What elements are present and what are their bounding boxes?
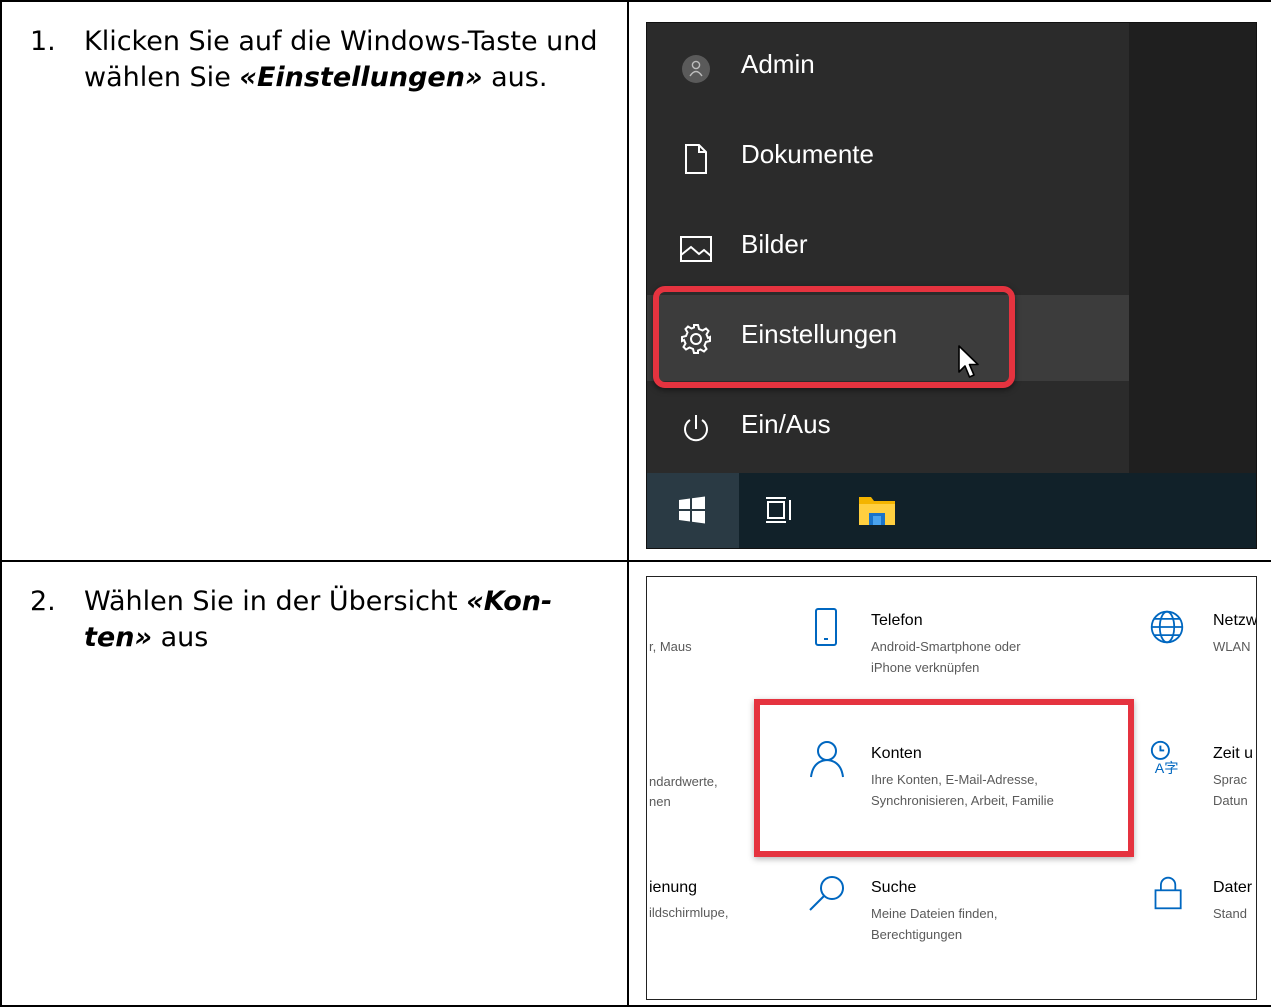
step-1-instruction: 1. Klicken Sie auf die Windows-Taste und… [30, 24, 620, 96]
partial-left-desc: ndardwerte, [649, 774, 718, 789]
step-text-part: aus [152, 622, 209, 653]
lock-icon [1154, 876, 1182, 910]
step-text: Klicken Sie auf die Windows-Taste und wä… [84, 24, 620, 96]
menu-item-label: Bilder [741, 229, 808, 259]
partial-right-title: Netzw [1213, 612, 1256, 629]
windows-logo-icon [679, 496, 705, 524]
partial-right-desc: WLAN [1213, 639, 1251, 654]
table-border-middle [627, 0, 629, 1007]
menu-item-admin[interactable]: Admin [647, 29, 1129, 109]
step-text-part: Wählen Sie in der Übersicht [84, 586, 467, 617]
partial-right-desc: Sprac [1213, 772, 1247, 787]
menu-item-label: Admin [741, 49, 815, 79]
time-language-icon: A字 [1150, 740, 1179, 777]
document-icon [685, 144, 707, 174]
tile-description: iPhone verknüpfen [871, 660, 980, 675]
tile-description: Berechtigungen [871, 927, 963, 942]
task-view-icon[interactable] [765, 495, 795, 525]
phone-icon [815, 608, 837, 646]
step-2-instruction: 2. Wählen Sie in der Übersicht «Kon-ten»… [30, 584, 620, 656]
search-icon [809, 876, 844, 911]
tile-description: Meine Dateien finden, [871, 906, 998, 921]
file-explorer-icon[interactable] [857, 493, 897, 527]
partial-left-desc: nen [649, 794, 671, 809]
step-text-part: aus. [482, 62, 548, 93]
partial-left-desc: ildschirmlupe, [649, 905, 729, 920]
start-menu-tile-pane [1129, 23, 1256, 473]
taskbar [647, 473, 1256, 548]
partial-right-desc: Stand [1213, 906, 1247, 921]
menu-item-ein-aus[interactable]: Ein/Aus [647, 389, 1129, 469]
table-border-left [0, 0, 2, 1007]
globe-icon [1150, 610, 1184, 644]
step-text: Wählen Sie in der Übersicht «Kon-ten» au… [84, 584, 620, 656]
user-avatar-icon [682, 55, 710, 83]
tile-title: Suche [871, 879, 917, 896]
table-border-row-divider [0, 560, 1271, 562]
start-button[interactable] [647, 473, 739, 548]
konten-highlight-box [754, 699, 1134, 857]
menu-item-label: Dokumente [741, 139, 874, 169]
partial-left-desc: r, Maus [649, 639, 692, 654]
partial-right-title: Zeit u [1213, 745, 1254, 762]
step-number: 2. [30, 586, 56, 617]
step-number: 1. [30, 26, 56, 57]
image-icon [680, 236, 712, 262]
menu-item-dokumente[interactable]: Dokumente [647, 119, 1129, 199]
menu-item-bilder[interactable]: Bilder [647, 209, 1129, 289]
step-emphasis: «Einstellungen» [239, 62, 483, 93]
menu-item-label: Ein/Aus [741, 409, 831, 439]
table-border-top [0, 0, 1271, 2]
power-icon [684, 415, 708, 442]
partial-right-title: Dater [1213, 879, 1253, 896]
partial-right-desc: Datun [1213, 793, 1248, 808]
tile-title: Telefon [871, 612, 923, 629]
partial-left-title: ienung [649, 879, 698, 896]
svg-text:A字: A字 [1155, 760, 1179, 777]
mouse-pointer-icon [958, 345, 979, 378]
tile-description: Android-Smartphone oder [871, 639, 1021, 654]
